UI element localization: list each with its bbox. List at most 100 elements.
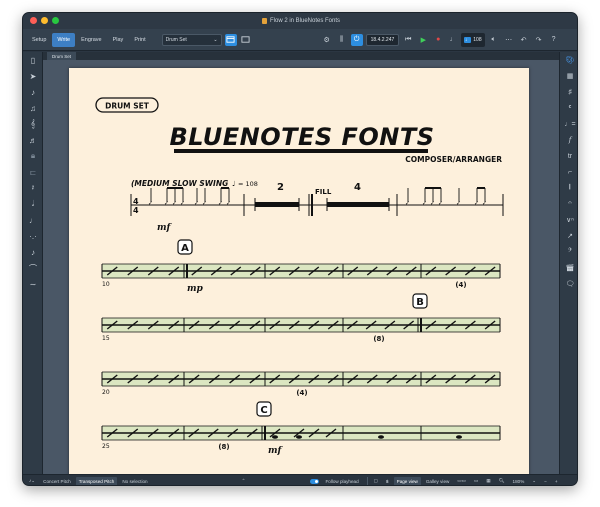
select-tool-button[interactable]: ➤ (23, 68, 43, 84)
zoom-icon-button[interactable]: 🔍︎ (496, 477, 508, 486)
mixer-button[interactable]: ⚙ (321, 34, 333, 46)
lines-button[interactable]: ↗ (560, 228, 577, 244)
quarter-note-button[interactable]: ♩ (23, 212, 43, 228)
comments-button[interactable]: 🗨︎ (560, 276, 577, 292)
cues-button[interactable]: 🎬︎ (560, 260, 577, 276)
ornaments-button[interactable]: tr (560, 148, 577, 164)
zoom-window-button[interactable] (52, 17, 59, 24)
repeat-button[interactable]: ⌐ (560, 164, 577, 180)
follow-playhead-toggle[interactable] (310, 478, 320, 484)
power-icon: ⏻ (353, 35, 360, 43)
svg-text:✓: ✓ (422, 200, 427, 207)
bars-button[interactable]: 𝄃 (560, 180, 577, 196)
force-duration-button[interactable]: ⊏ (23, 164, 43, 180)
redo-icon: ↷ (535, 36, 542, 44)
dynamics-button[interactable]: f (560, 132, 577, 148)
position-counter[interactable]: 18.4.2.247 (365, 33, 400, 46)
redo-button[interactable]: ↷ (533, 34, 545, 46)
palette-icon: 🎨︎ (565, 57, 575, 64)
speaker-icon: 🔈︎ (491, 35, 496, 43)
toolbar: Setup Write Engrave Play Print Drum Set … (23, 29, 577, 51)
volume-button[interactable]: 🔈︎ (488, 34, 500, 46)
tempo-display[interactable]: ♩ 108 (461, 32, 485, 47)
single-window-button[interactable] (240, 34, 252, 46)
more-button[interactable]: ⋯ (503, 34, 515, 46)
record-button[interactable]: ● (432, 34, 444, 46)
holds-button[interactable]: 𝄐 (560, 196, 577, 212)
single-page-button[interactable]: ▭ (471, 477, 481, 486)
play-button[interactable]: ▶ (417, 34, 429, 46)
system1-measure1-heads: ✓ ✓ ✓ ✓ ✓ ✓ ✓ ✓ (148, 200, 231, 207)
grace-note-button[interactable]: ♬ (23, 132, 43, 148)
tie-button[interactable]: ⌒ (23, 260, 43, 276)
spread-view-button[interactable]: ▭▭ (454, 477, 469, 486)
time-signature-button[interactable]: 𝄴 (560, 100, 577, 116)
tempo-button[interactable]: ♩= (560, 116, 577, 132)
minimize-window-button[interactable] (41, 17, 48, 24)
rewind-button[interactable]: ⏮ (402, 34, 414, 46)
mode-play[interactable]: Play (108, 33, 129, 47)
note-input-button[interactable]: ♪ (23, 84, 43, 100)
concert-pitch-button[interactable]: Concert Pitch (40, 477, 74, 486)
zoom-level[interactable]: 180% (510, 477, 528, 486)
grid-view-button[interactable]: ▦ (483, 477, 493, 486)
score-page: DRUM SET BLUENOTES FONTS COMPOSER/ARRANG… (69, 68, 529, 474)
galley-window-button[interactable] (224, 33, 237, 46)
composer-credit: COMPOSER/ARRANGER (405, 155, 502, 164)
page-view-button[interactable]: Page view (393, 476, 421, 485)
count-8-b: (8) (373, 335, 384, 343)
toggle-panel-button[interactable]: ▯ (23, 52, 43, 68)
rehearsal-mark-b: B (416, 297, 424, 308)
slur-button[interactable]: ∼ (23, 276, 43, 292)
properties-button[interactable]: 🎨︎ (560, 52, 577, 68)
svg-text:✓: ✓ (474, 200, 479, 207)
power-button[interactable]: ⏻ (350, 33, 363, 46)
tempo-text: (MEDIUM SLOW SWING (131, 179, 228, 188)
mode-engrave[interactable]: Engrave (76, 33, 107, 47)
undo-button[interactable]: ↶ (518, 34, 530, 46)
metronome-button[interactable]: ♩ (447, 34, 459, 46)
zoom-in-button[interactable]: + (552, 477, 561, 486)
key-signature-button[interactable]: ♯ (560, 84, 577, 100)
dot-button[interactable]: ·.· (23, 228, 43, 244)
eighth-note-button[interactable]: ♪ (23, 244, 43, 260)
tempo-icon: ♩= (564, 120, 576, 128)
grace-note-icon: ♬ (29, 135, 37, 145)
metronome-icon: ♩ (449, 36, 457, 43)
rest-button[interactable]: 𝄽 (23, 180, 43, 196)
faders-button[interactable]: ⫼ (336, 34, 348, 46)
playing-techniques-button[interactable]: ∨ⁿ (560, 212, 577, 228)
selection-tool-button[interactable]: ▢ (371, 477, 381, 486)
keyboard-button[interactable]: ▦ (560, 68, 577, 84)
hand-tool-button[interactable]: ✋︎ (383, 477, 392, 486)
help-button[interactable]: ? (548, 34, 560, 46)
system-d: C 25 (8) mf (101, 401, 501, 456)
caret-button[interactable]: ⌃ (239, 477, 249, 486)
close-window-button[interactable] (30, 17, 37, 24)
galley-view-button[interactable]: Galley view (423, 477, 453, 486)
zoom-out-button[interactable]: − (541, 477, 550, 486)
tab-drum-set[interactable]: Drum Set (47, 52, 77, 60)
repeat-icon: ⌐ (567, 168, 573, 176)
mode-print[interactable]: Print (129, 33, 150, 47)
svg-text:✓: ✓ (148, 200, 153, 207)
count-8-d: (8) (218, 443, 229, 451)
chord-input-button[interactable]: ♫ (23, 100, 43, 116)
bar-number-15: 15 (102, 335, 110, 342)
mode-setup[interactable]: Setup (27, 33, 51, 47)
mode-write[interactable]: Write (52, 32, 76, 47)
svg-text:✓: ✓ (482, 200, 487, 207)
half-note-button[interactable]: 𝅗𝅥 (23, 196, 43, 212)
score-area: DRUM SET BLUENOTES FONTS COMPOSER/ARRANG… (43, 60, 559, 474)
insert-mode-button[interactable]: 𝄞 (23, 116, 43, 132)
lock-duration-button[interactable]: 🔒︎ (23, 148, 43, 164)
layout-select[interactable]: Drum Set ⌄ (161, 33, 222, 46)
zoom-menu-button[interactable]: ⌄ (529, 477, 539, 486)
window-split-icon (226, 36, 235, 43)
clefs-button[interactable]: 𝄢 (560, 244, 577, 260)
transposed-pitch-button[interactable]: Transposed Pitch (75, 476, 118, 485)
rewind-icon: ⏮ (405, 35, 412, 43)
document-icon (261, 18, 267, 24)
note-input-mode-button[interactable]: ♪⌄ (26, 477, 38, 486)
status-bar: ♪⌄ Concert Pitch Transposed Pitch No sel… (23, 474, 577, 486)
